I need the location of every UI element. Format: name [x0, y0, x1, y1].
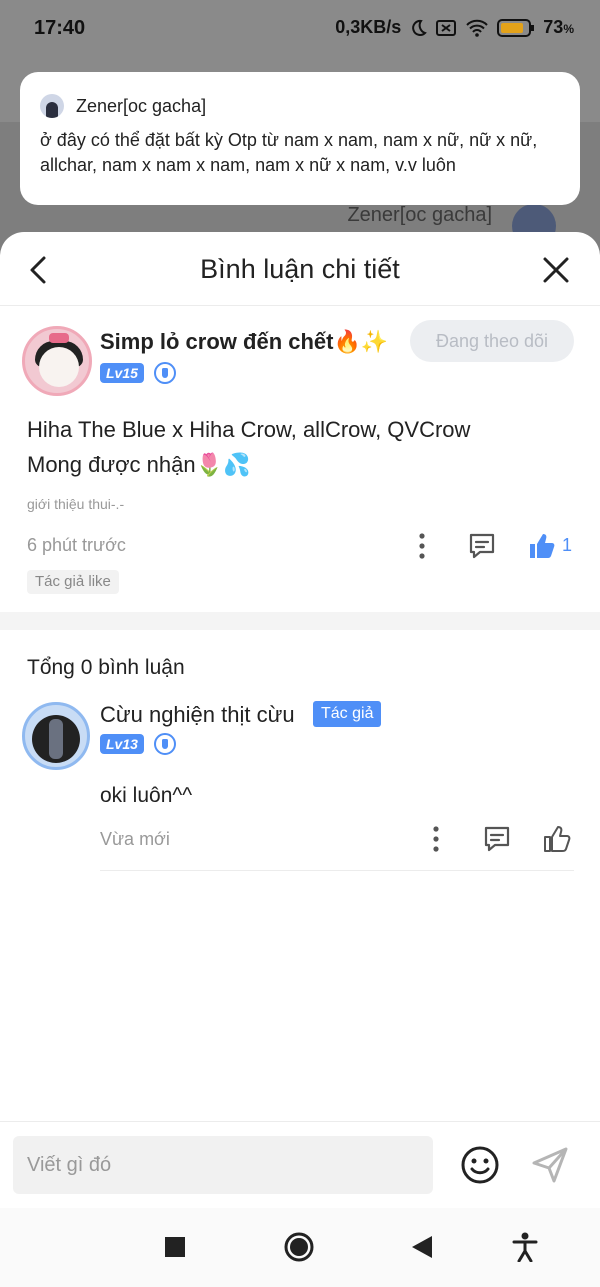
emoji-icon[interactable] [460, 1145, 500, 1185]
comment-input[interactable] [13, 1136, 433, 1194]
total-comments: Tổng 0 bình luận [27, 656, 185, 679]
system-navigation-bar [0, 1208, 600, 1287]
post-time: 6 phút trước [27, 535, 126, 555]
level-badge: Lv13 [100, 734, 144, 754]
background-author-name: Zener[oc gacha] [347, 204, 492, 226]
back-nav-icon[interactable] [410, 1234, 434, 1260]
post-text-line: Hiha The Blue x Hiha Crow, allCrow, QVCr… [27, 417, 471, 442]
moon-icon [412, 19, 428, 36]
network-speed: 0,3KB/s [335, 17, 402, 37]
comment-divider [100, 870, 574, 871]
section-divider [0, 612, 600, 630]
battery-icon [497, 18, 535, 37]
shield-icon [154, 362, 176, 384]
status-icons: 0,3KB/s 73% [335, 17, 574, 38]
like-icon[interactable] [543, 825, 571, 853]
like-icon[interactable] [528, 532, 556, 560]
comment-time: Vừa mới [100, 829, 170, 849]
reply-comment-icon[interactable] [468, 532, 496, 560]
level-badge: Lv15 [100, 363, 144, 383]
status-time: 17:40 [34, 17, 86, 39]
send-icon[interactable] [530, 1145, 570, 1185]
sheet-header: Bình luận chi tiết [0, 232, 600, 306]
comment-detail-sheet: Bình luận chi tiết Simp lỏ crow đến chết… [0, 232, 600, 1208]
post-text-line: Mong được nhận🌷💦 [27, 452, 251, 477]
more-options-icon[interactable] [426, 825, 446, 853]
following-button[interactable]: Đang theo dõi [410, 320, 574, 362]
status-bar: 17:40 0,3KB/s 73% [0, 0, 600, 58]
battery-level: 73% [543, 17, 574, 37]
notification-avatar [40, 94, 64, 118]
shield-icon [154, 733, 176, 755]
more-options-icon[interactable] [412, 532, 432, 560]
reply-comment-icon[interactable] [483, 825, 511, 853]
notification-author: Zener[oc gacha] [76, 95, 207, 116]
author-like-badge: Tác giả like [27, 570, 119, 594]
comment-input-bar [0, 1121, 600, 1208]
comment-author-avatar[interactable] [22, 702, 90, 770]
post-subtext: giới thiệu thui-.- [27, 496, 125, 512]
post-author-name[interactable]: Simp lỏ crow đến chết🔥✨ [100, 329, 388, 355]
comment-author-name[interactable]: Cừu nghiện thịt cừu [100, 702, 295, 728]
no-sim-icon [436, 19, 457, 36]
home-icon[interactable] [284, 1232, 314, 1262]
notification-message: ở đây có thể đặt bất kỳ Otp từ nam x nam… [40, 130, 538, 175]
comment-text: oki luôn^^ [100, 784, 193, 807]
wifi-icon [466, 19, 489, 37]
recent-apps-icon[interactable] [164, 1236, 186, 1258]
like-count: 1 [562, 535, 573, 555]
post-author-avatar[interactable] [22, 326, 92, 396]
close-button[interactable] [540, 254, 572, 286]
sheet-title: Bình luận chi tiết [200, 254, 400, 284]
accessibility-icon[interactable] [512, 1232, 538, 1262]
notification-toast[interactable]: Zener[oc gacha] ở đây có thể đặt bất kỳ … [20, 72, 580, 205]
author-tag: Tác giả [313, 701, 382, 727]
main-post: Simp lỏ crow đến chết🔥✨ Lv15 Đang theo d… [0, 306, 600, 612]
post-text: Hiha The Blue x Hiha Crow, allCrow, QVCr… [27, 412, 470, 482]
